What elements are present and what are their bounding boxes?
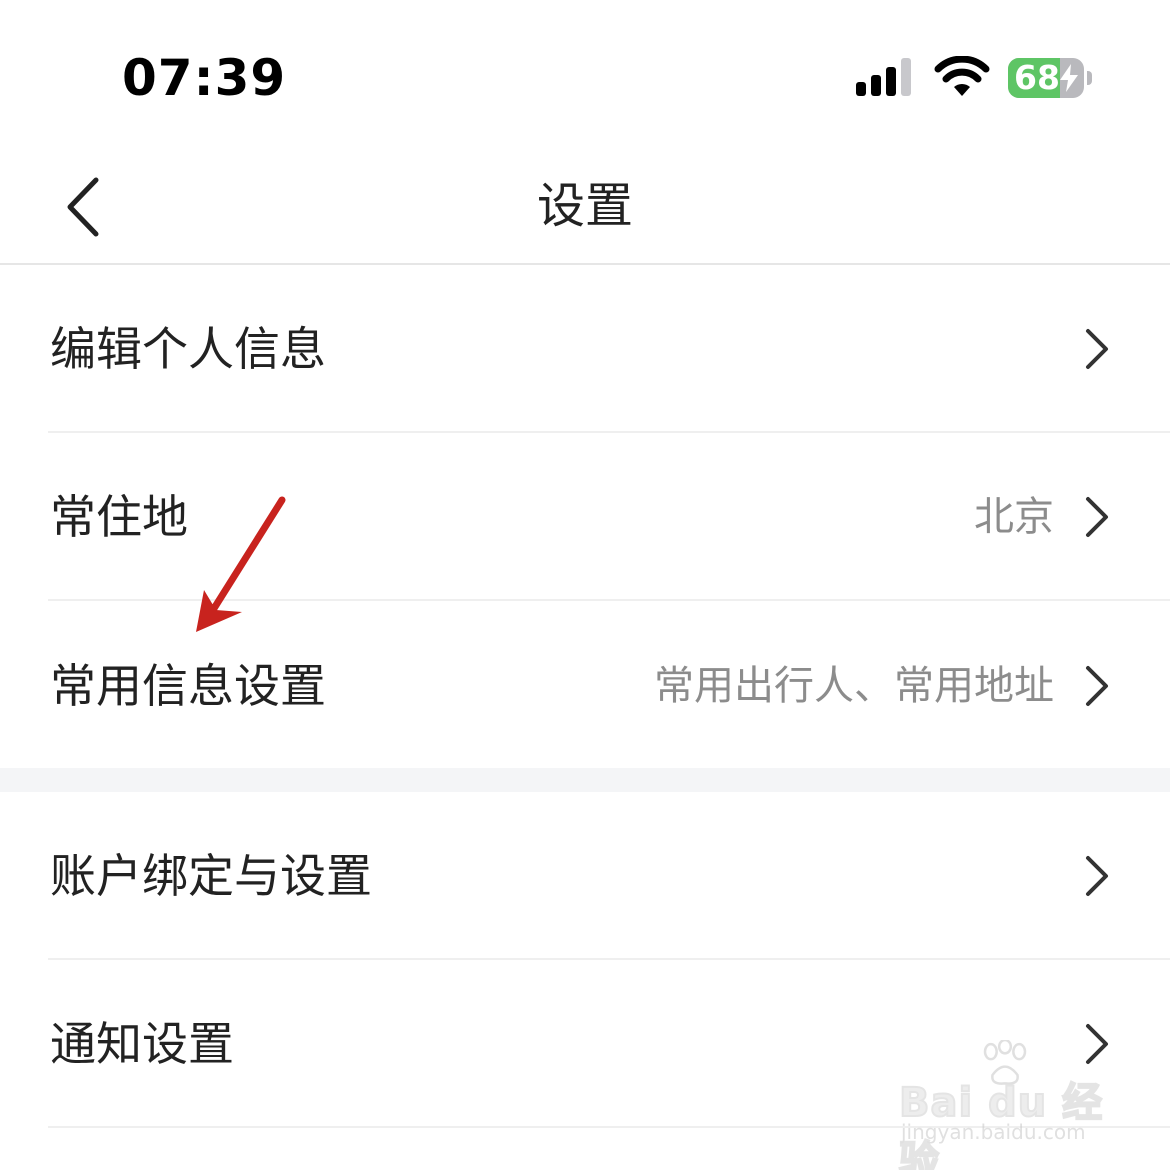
- battery-indicator: 68: [1008, 58, 1094, 98]
- status-time: 07:39: [122, 49, 287, 107]
- battery-cap: [1087, 71, 1092, 85]
- row-value: 北京: [974, 494, 1054, 540]
- red-arrow-icon: [196, 496, 286, 632]
- wifi-icon: [934, 56, 990, 96]
- row-label: 常住地: [50, 490, 188, 544]
- row-residence[interactable]: 常住地 北京: [0, 433, 1170, 601]
- battery-level: 68: [1014, 58, 1060, 97]
- battery-body: 68: [1008, 58, 1084, 98]
- row-account-binding[interactable]: 账户绑定与设置: [0, 792, 1170, 960]
- settings-group-personal: 编辑个人信息 常住地 北京 常用信息设置 常用出行人、常用地址: [0, 265, 1170, 771]
- settings-page: 07:39 68 设置 编辑个人信息 常住地 北京 常用信息设置 常用出行人、常…: [0, 0, 1170, 1170]
- chevron-right-icon: [1086, 856, 1108, 896]
- group-separator: [0, 768, 1170, 792]
- chevron-right-icon: [1086, 329, 1108, 369]
- navigation-bar: 设置: [0, 140, 1170, 265]
- page-title: 设置: [536, 178, 633, 234]
- cellular-signal-icon: [856, 58, 911, 96]
- row-edit-profile[interactable]: 编辑个人信息: [0, 265, 1170, 433]
- row-label: 常用信息设置: [50, 659, 326, 713]
- row-label: 编辑个人信息: [50, 322, 326, 376]
- row-label: 通知设置: [50, 1017, 234, 1071]
- baidu-jingyan-watermark: Bai du 经验 jingyan.baidu.com: [895, 1040, 1115, 1170]
- row-common-info-settings[interactable]: 常用信息设置 常用出行人、常用地址: [0, 601, 1170, 771]
- chevron-right-icon: [1086, 666, 1108, 706]
- charging-bolt-icon: [1060, 64, 1078, 92]
- row-value: 常用出行人、常用地址: [654, 663, 1054, 709]
- watermark-url: jingyan.baidu.com: [901, 1120, 1086, 1144]
- status-bar: 07:39 68: [0, 0, 1170, 140]
- chevron-right-icon: [1086, 497, 1108, 537]
- row-label: 账户绑定与设置: [50, 849, 372, 903]
